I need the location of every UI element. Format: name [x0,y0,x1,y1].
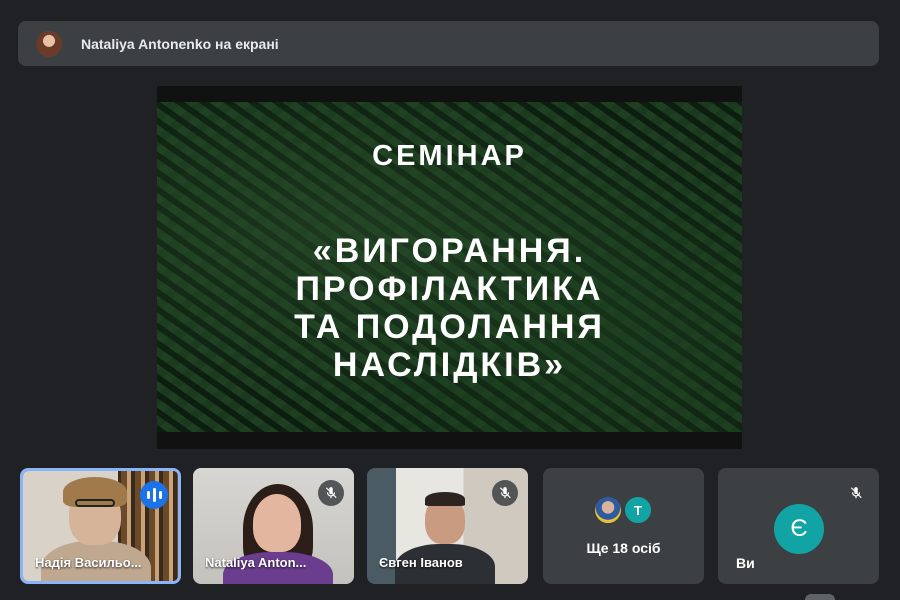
controls-handle[interactable] [805,594,835,600]
slide-subtitle: «ВИГОРАННЯ. ПРОФІЛАКТИКА ТА ПОДОЛАННЯ НА… [157,232,742,384]
participant-tile-nadiia[interactable]: Надія Васильо... [20,468,181,584]
participant-name: Nataliya Anton... [205,555,307,570]
participant-name: Євген Іванов [379,555,463,570]
mic-off-icon [843,480,869,506]
speaking-icon [140,481,168,509]
presenter-avatar [36,30,62,57]
more-participants-avatars: Т [593,495,657,525]
presentation-stage[interactable]: СЕМІНАР «ВИГОРАННЯ. ПРОФІЛАКТИКА ТА ПОДО… [157,86,742,449]
avatar [593,495,623,525]
participant-tile-nataliya[interactable]: Nataliya Anton... [193,468,354,584]
slide-subtitle-line: НАСЛІДКІВ» [332,346,567,384]
slide-subtitle-line: ТА ПОДОЛАННЯ [294,308,605,346]
presenter-banner: Nataliya Antonenko на екрані [18,21,879,66]
mic-off-icon [318,480,344,506]
mic-off-icon [492,480,518,506]
slide-subtitle-line: ПРОФІЛАКТИКА [295,270,604,308]
participant-tile-yevhen[interactable]: Євген Іванов [367,468,528,584]
participant-hair [425,492,465,506]
self-tile[interactable]: Є Ви [718,468,879,584]
more-participants-tile[interactable]: Т Ще 18 осіб [543,468,704,584]
slide-title: СЕМІНАР [372,140,527,172]
self-name: Ви [736,555,755,571]
shared-slide: СЕМІНАР «ВИГОРАННЯ. ПРОФІЛАКТИКА ТА ПОДО… [157,102,742,432]
slide-subtitle-line: «ВИГОРАННЯ. [312,232,587,270]
self-avatar: Є [774,504,824,554]
avatar: Т [623,495,653,525]
participant-name: Надія Васильо... [35,555,142,570]
participant-face [253,494,301,552]
participant-glasses [75,499,115,507]
presenter-banner-text: Nataliya Antonenko на екрані [81,35,279,52]
more-participants-label: Ще 18 осіб [586,540,661,556]
